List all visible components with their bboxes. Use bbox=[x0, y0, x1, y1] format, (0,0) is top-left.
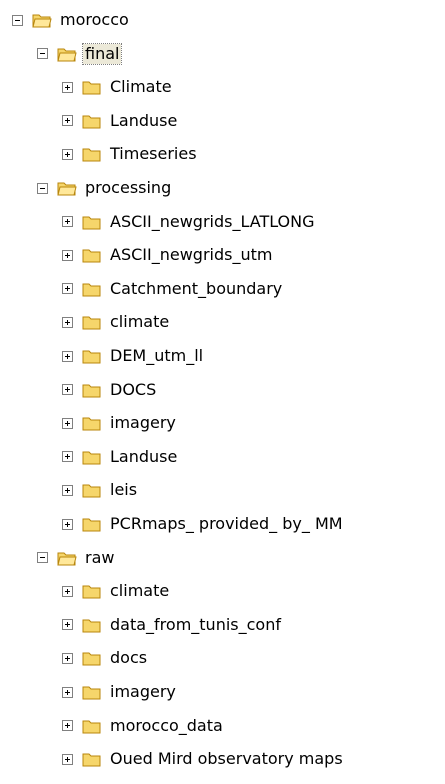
tree-node-catchment-boundary[interactable]: Catchment_boundary bbox=[62, 275, 284, 303]
expand-icon[interactable] bbox=[62, 216, 73, 228]
tree-node-landuse[interactable]: Landuse bbox=[62, 107, 179, 135]
tree-node-climate[interactable]: Climate bbox=[62, 73, 174, 101]
folder-icon bbox=[82, 115, 101, 129]
tree-node-label: DOCS bbox=[110, 379, 157, 399]
tree-node-label: data_from_tunis_conf bbox=[110, 614, 281, 634]
folder-icon bbox=[82, 316, 101, 330]
folder-icon bbox=[82, 686, 101, 700]
tree-node-timeseries[interactable]: Timeseries bbox=[62, 140, 199, 168]
tree-node-pcrmaps[interactable]: PCRmaps_ provided_ by_ MM bbox=[62, 510, 345, 538]
folder-icon bbox=[82, 148, 101, 162]
tree-node-data-from-tunis-conf[interactable]: data_from_tunis_conf bbox=[62, 611, 283, 639]
tree-node-label: DEM_utm_ll bbox=[110, 346, 204, 365]
expand-icon[interactable] bbox=[62, 753, 73, 765]
tree-node-processing[interactable]: processing bbox=[37, 174, 173, 202]
expand-icon[interactable] bbox=[62, 316, 73, 328]
tree-node-dem-utm-ll[interactable]: DEM_utm_ll bbox=[62, 342, 205, 370]
tree-node-label: imagery bbox=[110, 413, 176, 433]
collapse-icon[interactable] bbox=[37, 48, 48, 60]
tree-node-label: raw bbox=[85, 547, 115, 567]
folder-icon bbox=[82, 652, 101, 666]
tree-node-label: Climate bbox=[110, 77, 172, 97]
expand-icon[interactable] bbox=[62, 652, 73, 664]
expand-icon[interactable] bbox=[62, 350, 73, 362]
tree-node-label: climate bbox=[110, 581, 170, 601]
tree-node-docs[interactable]: DOCS bbox=[62, 376, 158, 404]
folder-icon bbox=[82, 753, 101, 767]
tree-node-final[interactable]: final bbox=[37, 40, 123, 68]
tree-node-label: Landuse bbox=[110, 110, 178, 130]
tree-node-label: leis bbox=[110, 480, 138, 500]
expand-icon[interactable] bbox=[62, 619, 73, 631]
expand-icon[interactable] bbox=[62, 283, 73, 295]
folder-icon bbox=[82, 451, 101, 465]
tree-node-label: morocco_data bbox=[110, 715, 223, 735]
tree-node-label: PCRmaps_ provided_ by_ MM bbox=[110, 514, 343, 533]
folder-open-icon bbox=[57, 48, 77, 62]
folder-icon bbox=[82, 585, 101, 599]
collapse-icon[interactable] bbox=[37, 182, 48, 194]
expand-icon[interactable] bbox=[62, 451, 73, 463]
expand-icon[interactable] bbox=[62, 384, 73, 396]
expand-icon[interactable] bbox=[62, 249, 73, 261]
tree-node-label: docs bbox=[110, 648, 148, 668]
tree-node-climate-processing[interactable]: climate bbox=[62, 308, 171, 336]
expand-icon[interactable] bbox=[62, 518, 73, 530]
tree-node-ascii-newgrids-utm[interactable]: ASCII_newgrids_utm bbox=[62, 241, 274, 269]
tree-node-label: Oued Mird observatory maps bbox=[110, 749, 343, 769]
tree-node-imagery-raw[interactable]: imagery bbox=[62, 678, 178, 706]
tree-node-landuse-processing[interactable]: Landuse bbox=[62, 443, 179, 471]
tree-node-morocco[interactable]: morocco bbox=[12, 6, 131, 34]
expand-icon[interactable] bbox=[62, 686, 73, 698]
expand-icon[interactable] bbox=[62, 585, 73, 597]
tree-node-docs-raw[interactable]: docs bbox=[62, 644, 149, 672]
tree-node-label: ASCII_newgrids_LATLONG bbox=[110, 211, 315, 231]
folder-icon bbox=[82, 81, 101, 95]
tree-node-label: final bbox=[81, 42, 123, 65]
tree-node-leis[interactable]: leis bbox=[62, 476, 139, 504]
folder-icon bbox=[82, 283, 101, 297]
tree-node-label: Landuse bbox=[110, 446, 178, 466]
folder-icon bbox=[82, 484, 101, 498]
folder-open-icon bbox=[57, 182, 77, 196]
expand-icon[interactable] bbox=[62, 484, 73, 496]
folder-icon bbox=[82, 350, 101, 364]
expand-icon[interactable] bbox=[62, 720, 73, 732]
tree-node-label: imagery bbox=[110, 682, 176, 701]
folder-open-icon bbox=[32, 14, 52, 28]
tree-node-label: climate bbox=[110, 312, 170, 332]
tree-node-oued-mird-observatory-maps[interactable]: Oued Mird observatory maps bbox=[62, 745, 345, 773]
folder-icon bbox=[82, 720, 101, 734]
tree-node-imagery[interactable]: imagery bbox=[62, 409, 178, 437]
folder-icon bbox=[82, 384, 101, 398]
tree-node-raw[interactable]: raw bbox=[37, 544, 116, 572]
expand-icon[interactable] bbox=[62, 148, 73, 160]
folder-icon bbox=[82, 619, 101, 633]
folder-tree: morocco final Climate Landuse Timeseries bbox=[0, 0, 445, 784]
tree-node-label: Timeseries bbox=[110, 144, 197, 164]
tree-node-ascii-newgrids-latlong[interactable]: ASCII_newgrids_LATLONG bbox=[62, 208, 317, 236]
folder-icon bbox=[82, 216, 101, 230]
folder-icon bbox=[82, 518, 101, 532]
expand-icon[interactable] bbox=[62, 81, 73, 93]
collapse-icon[interactable] bbox=[12, 14, 23, 26]
folder-open-icon bbox=[57, 552, 77, 566]
folder-icon bbox=[82, 249, 101, 263]
expand-icon[interactable] bbox=[62, 115, 73, 127]
collapse-icon[interactable] bbox=[37, 552, 48, 564]
expand-icon[interactable] bbox=[62, 417, 73, 429]
tree-node-label: Catchment_boundary bbox=[110, 278, 283, 298]
folder-icon bbox=[82, 417, 101, 431]
tree-node-morocco-data[interactable]: morocco_data bbox=[62, 712, 225, 740]
tree-node-label: ASCII_newgrids_utm bbox=[110, 245, 273, 265]
tree-node-label: morocco bbox=[60, 10, 129, 29]
tree-node-label: processing bbox=[85, 178, 172, 197]
tree-node-climate-raw[interactable]: climate bbox=[62, 577, 171, 605]
